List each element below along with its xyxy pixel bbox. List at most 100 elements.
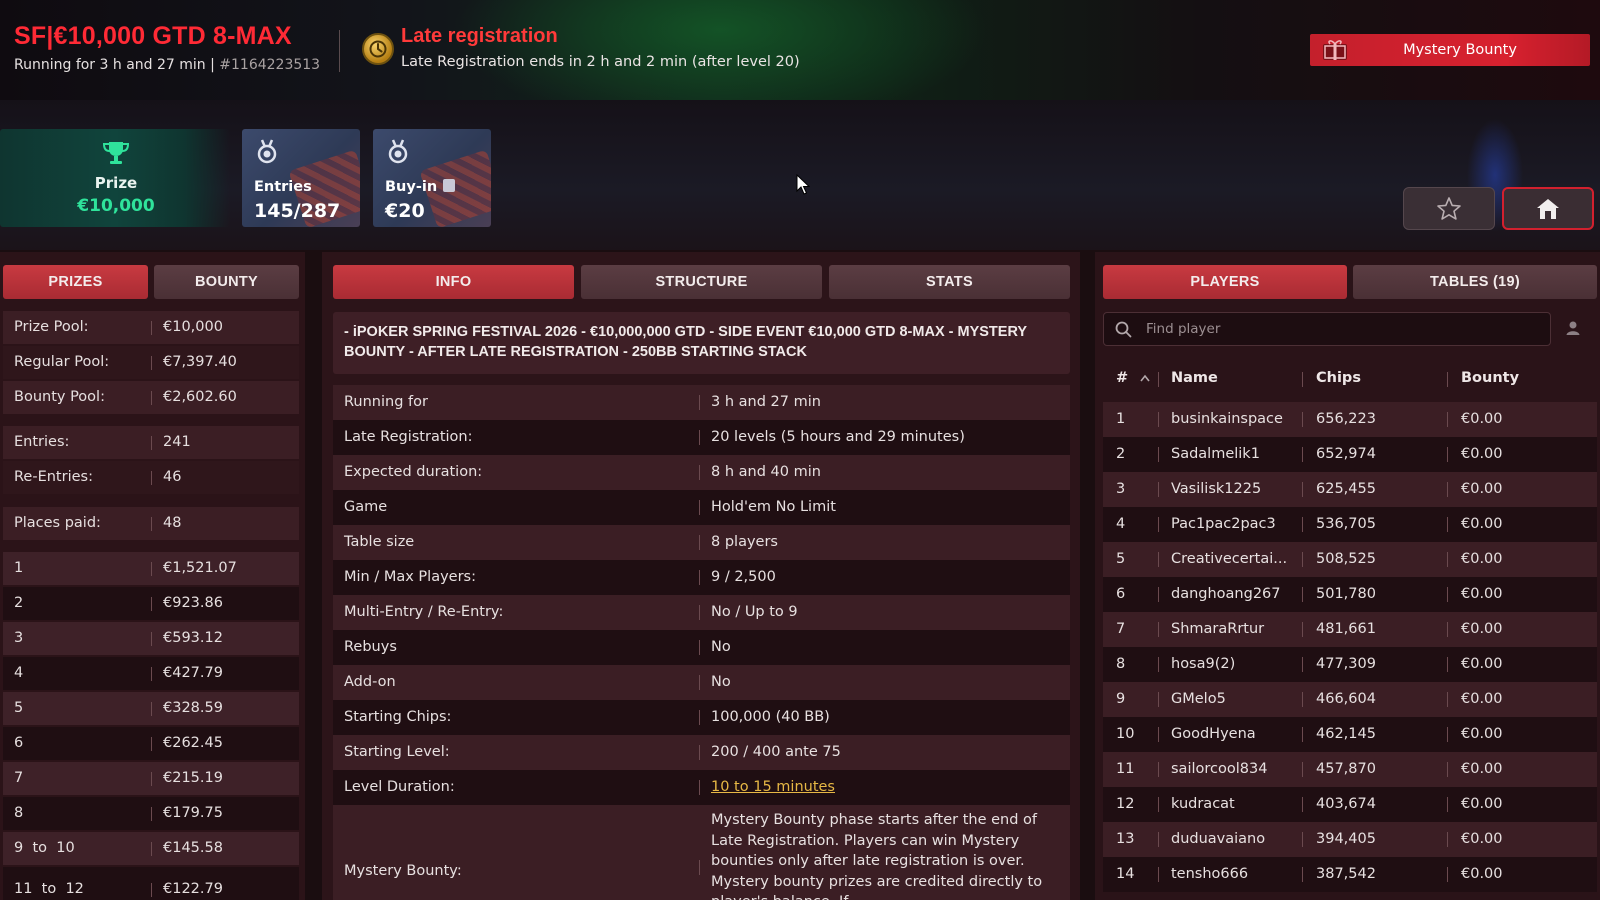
- player-chips: 387,542: [1316, 866, 1376, 882]
- person-icon[interactable]: [1565, 320, 1581, 336]
- info-row: Table size 8 players: [333, 525, 1070, 560]
- header-divider: [339, 30, 340, 72]
- player-row[interactable]: 14 tensho666 387,542 €0.00: [1103, 857, 1597, 892]
- player-chips: 403,674: [1316, 796, 1376, 812]
- payout-row: 2 €923.86: [3, 587, 299, 620]
- player-row[interactable]: 13 duduavaiano 394,405 €0.00: [1103, 822, 1597, 857]
- player-rank: 12: [1116, 796, 1135, 812]
- player-row[interactable]: 2 Sadalmelik1 652,974 €0.00: [1103, 437, 1597, 472]
- tab-players[interactable]: PLAYERS: [1103, 265, 1347, 299]
- prize-label: Prize: [94, 174, 138, 192]
- player-rank: 11: [1116, 761, 1135, 777]
- player-bounty: €0.00: [1461, 761, 1503, 777]
- player-bounty: €0.00: [1461, 866, 1503, 882]
- tab-tables[interactable]: TABLES (19): [1353, 265, 1597, 299]
- player-row[interactable]: 12 kudracat 403,674 €0.00: [1103, 787, 1597, 822]
- find-player-input[interactable]: [1146, 317, 1536, 341]
- player-chips: 457,870: [1316, 761, 1376, 777]
- info-row: Add-on No: [333, 665, 1070, 700]
- player-rank: 7: [1116, 621, 1126, 637]
- player-bounty: €0.00: [1461, 586, 1503, 602]
- player-name: kudracat: [1171, 796, 1235, 812]
- player-bounty: €0.00: [1461, 481, 1503, 497]
- lobby-home-button[interactable]: [1502, 187, 1594, 230]
- player-row[interactable]: 3 Vasilisk1225 625,455 €0.00: [1103, 472, 1597, 507]
- col-rank[interactable]: #: [1116, 370, 1128, 386]
- player-name: Creativecertai...: [1171, 551, 1288, 567]
- player-row[interactable]: 8 hosa9(2) 477,309 €0.00: [1103, 647, 1597, 682]
- info-row-mystery: Mystery Bounty: Mystery Bounty phase star…: [333, 805, 1070, 900]
- player-row[interactable]: 11 sailorcool834 457,870 €0.00: [1103, 752, 1597, 787]
- player-row[interactable]: 6 danghoang267 501,780 €0.00: [1103, 577, 1597, 612]
- player-name: hosa9(2): [1171, 656, 1236, 672]
- mystery-bounty-button[interactable]: Mystery Bounty: [1310, 34, 1590, 66]
- info-icon[interactable]: [443, 179, 456, 192]
- payout-row: 3 €593.12: [3, 622, 299, 655]
- payout-row: 8 €179.75: [3, 797, 299, 830]
- player-rank: 6: [1116, 586, 1126, 602]
- mouse-cursor-icon: [796, 174, 810, 195]
- player-chips: 462,145: [1316, 726, 1376, 742]
- player-row[interactable]: 4 Pac1pac2pac3 536,705 €0.00: [1103, 507, 1597, 542]
- sort-ascending-icon[interactable]: [1140, 374, 1150, 382]
- player-bounty: €0.00: [1461, 446, 1503, 462]
- payout-row: 6 €262.45: [3, 727, 299, 760]
- search-icon: [1115, 321, 1132, 338]
- player-row[interactable]: 10 GoodHyena 462,145 €0.00: [1103, 717, 1597, 752]
- player-rank: 10: [1116, 726, 1135, 742]
- player-row[interactable]: 1 businkainspace 656,223 €0.00: [1103, 402, 1597, 437]
- player-name: Pac1pac2pac3: [1171, 516, 1276, 532]
- entries-label: Entries: [254, 179, 312, 195]
- player-bounty: €0.00: [1461, 796, 1503, 812]
- info-row: Min / Max Players: 9 / 2,500: [333, 560, 1070, 595]
- col-chips[interactable]: Chips: [1316, 370, 1361, 386]
- entries-card: Entries 145/287: [242, 129, 360, 227]
- player-row[interactable]: 5 Creativecertai... 508,525 €0.00: [1103, 542, 1597, 577]
- player-row[interactable]: 7 ShmaraRrtur 481,661 €0.00: [1103, 612, 1597, 647]
- player-rank: 9: [1116, 691, 1126, 707]
- player-rank: 1: [1116, 411, 1126, 427]
- player-chips: 536,705: [1316, 516, 1376, 532]
- late-registration-title: Late registration: [401, 25, 558, 47]
- player-bounty: €0.00: [1461, 516, 1503, 532]
- player-name: sailorcool834: [1171, 761, 1268, 777]
- tab-bounty[interactable]: BOUNTY: [154, 265, 299, 299]
- player-row[interactable]: 9 GMelo5 466,604 €0.00: [1103, 682, 1597, 717]
- summary-row: Places paid: 48: [3, 507, 299, 540]
- tab-structure[interactable]: STRUCTURE: [581, 265, 822, 299]
- player-rank: 4: [1116, 516, 1126, 532]
- clock-icon: [362, 33, 394, 65]
- player-name: duduavaiano: [1171, 831, 1266, 847]
- star-icon: [1437, 196, 1461, 220]
- tournament-subtitle: Running for 3 h and 27 min | #1164223513: [14, 57, 320, 73]
- player-name: GMelo5: [1171, 691, 1226, 707]
- tournament-description: - iPOKER SPRING FESTIVAL 2026 - €10,000,…: [333, 312, 1070, 374]
- player-chips: 625,455: [1316, 481, 1376, 497]
- favorite-button[interactable]: [1403, 187, 1495, 230]
- col-bounty[interactable]: Bounty: [1461, 370, 1519, 386]
- info-row: Expected duration: 8 h and 40 min: [333, 455, 1070, 490]
- info-row: Rebuys No: [333, 630, 1070, 665]
- player-name: GoodHyena: [1171, 726, 1256, 742]
- player-chips: 466,604: [1316, 691, 1376, 707]
- tab-stats[interactable]: STATS: [829, 265, 1070, 299]
- level-duration-link[interactable]: 10 to 15 minutes: [711, 779, 835, 795]
- tab-info[interactable]: INFO: [333, 265, 574, 299]
- player-rank: 3: [1116, 481, 1126, 497]
- player-chips: 501,780: [1316, 586, 1376, 602]
- summary-row: Re-Entries: 46: [3, 461, 299, 494]
- player-rank: 8: [1116, 656, 1126, 672]
- trophy-icon: [102, 142, 130, 164]
- info-row: Late Registration: 20 levels (5 hours and…: [333, 420, 1070, 455]
- payout-row: 11 to 12 €122.79: [3, 867, 299, 900]
- info-row: Game Hold'em No Limit: [333, 490, 1070, 525]
- medal-icon: [388, 139, 408, 164]
- running-time: Running for 3 h and 27 min |: [14, 57, 220, 73]
- payout-row: 7 €215.19: [3, 762, 299, 795]
- tab-prizes[interactable]: PRIZES: [3, 265, 148, 299]
- col-name[interactable]: Name: [1171, 370, 1218, 386]
- summary-row: Entries: 241: [3, 426, 299, 459]
- medal-icon: [257, 139, 277, 164]
- payout-row: 9 to 10 €145.58: [3, 832, 299, 865]
- info-row: Starting Chips: 100,000 (40 BB): [333, 700, 1070, 735]
